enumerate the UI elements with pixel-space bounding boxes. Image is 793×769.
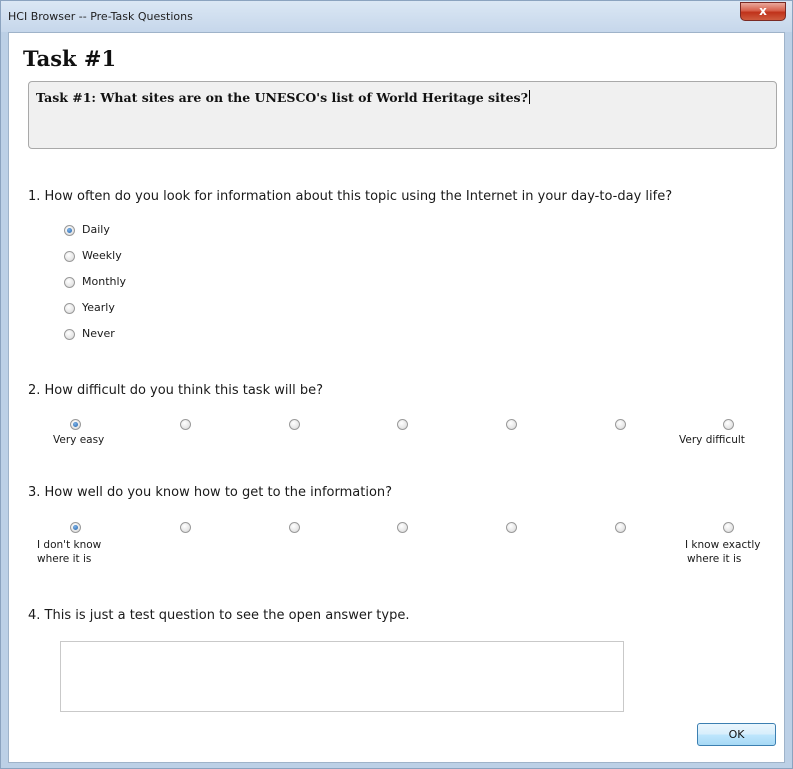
- q1-option-weekly-label[interactable]: Weekly: [82, 249, 122, 262]
- q1-option-daily-label[interactable]: Daily: [82, 223, 110, 236]
- q3-max-label-line1: I know exactly: [685, 539, 761, 551]
- q3-radio-4[interactable]: [397, 522, 408, 533]
- q1-option-yearly-label[interactable]: Yearly: [82, 301, 115, 314]
- task-description-box: Task #1: What sites are on the UNESCO's …: [28, 81, 777, 149]
- q1-radio-weekly[interactable]: [64, 251, 75, 262]
- q2-min-label: Very easy: [53, 434, 105, 446]
- q3-radio-5[interactable]: [506, 522, 517, 533]
- q1-option-never-label[interactable]: Never: [82, 327, 115, 340]
- q2-radio-4[interactable]: [397, 419, 408, 430]
- q2-radio-1[interactable]: [70, 419, 81, 430]
- q3-radio-2[interactable]: [180, 522, 191, 533]
- q2-max-label: Very difficult: [679, 434, 745, 446]
- question-3-text: 3. How well do you know how to get to th…: [28, 485, 393, 500]
- question-4-text: 4. This is just a test question to see t…: [28, 608, 410, 623]
- q3-radio-7[interactable]: [723, 522, 734, 533]
- q1-radio-monthly[interactable]: [64, 277, 75, 288]
- q2-radio-5[interactable]: [506, 419, 517, 430]
- q2-radio-3[interactable]: [289, 419, 300, 430]
- q3-min-label-line1: I don't know: [37, 539, 102, 551]
- q2-radio-2[interactable]: [180, 419, 191, 430]
- text-caret: [528, 90, 530, 104]
- q2-radio-7[interactable]: [723, 419, 734, 430]
- title-bar[interactable]: HCI Browser -- Pre-Task Questions x: [1, 1, 792, 32]
- open-answer-textarea[interactable]: [60, 641, 624, 712]
- q1-radio-never[interactable]: [64, 329, 75, 340]
- q3-radio-3[interactable]: [289, 522, 300, 533]
- window-title: HCI Browser -- Pre-Task Questions: [8, 10, 193, 23]
- q3-max-label-line2: where it is: [687, 553, 742, 565]
- question-1-text: 1. How often do you look for information…: [28, 189, 673, 204]
- q3-radio-1[interactable]: [70, 522, 81, 533]
- q1-radio-yearly[interactable]: [64, 303, 75, 314]
- question-2-text: 2. How difficult do you think this task …: [28, 383, 323, 398]
- close-button[interactable]: x: [740, 2, 786, 21]
- q1-radio-daily[interactable]: [64, 225, 75, 236]
- task-description: Task #1: What sites are on the UNESCO's …: [36, 90, 530, 105]
- q2-radio-6[interactable]: [615, 419, 626, 430]
- q3-radio-6[interactable]: [615, 522, 626, 533]
- task-title: Task #1: [23, 46, 117, 71]
- q3-min-label-line2: where it is: [37, 553, 92, 565]
- ok-button[interactable]: OK: [697, 723, 776, 746]
- q1-option-monthly-label[interactable]: Monthly: [82, 275, 126, 288]
